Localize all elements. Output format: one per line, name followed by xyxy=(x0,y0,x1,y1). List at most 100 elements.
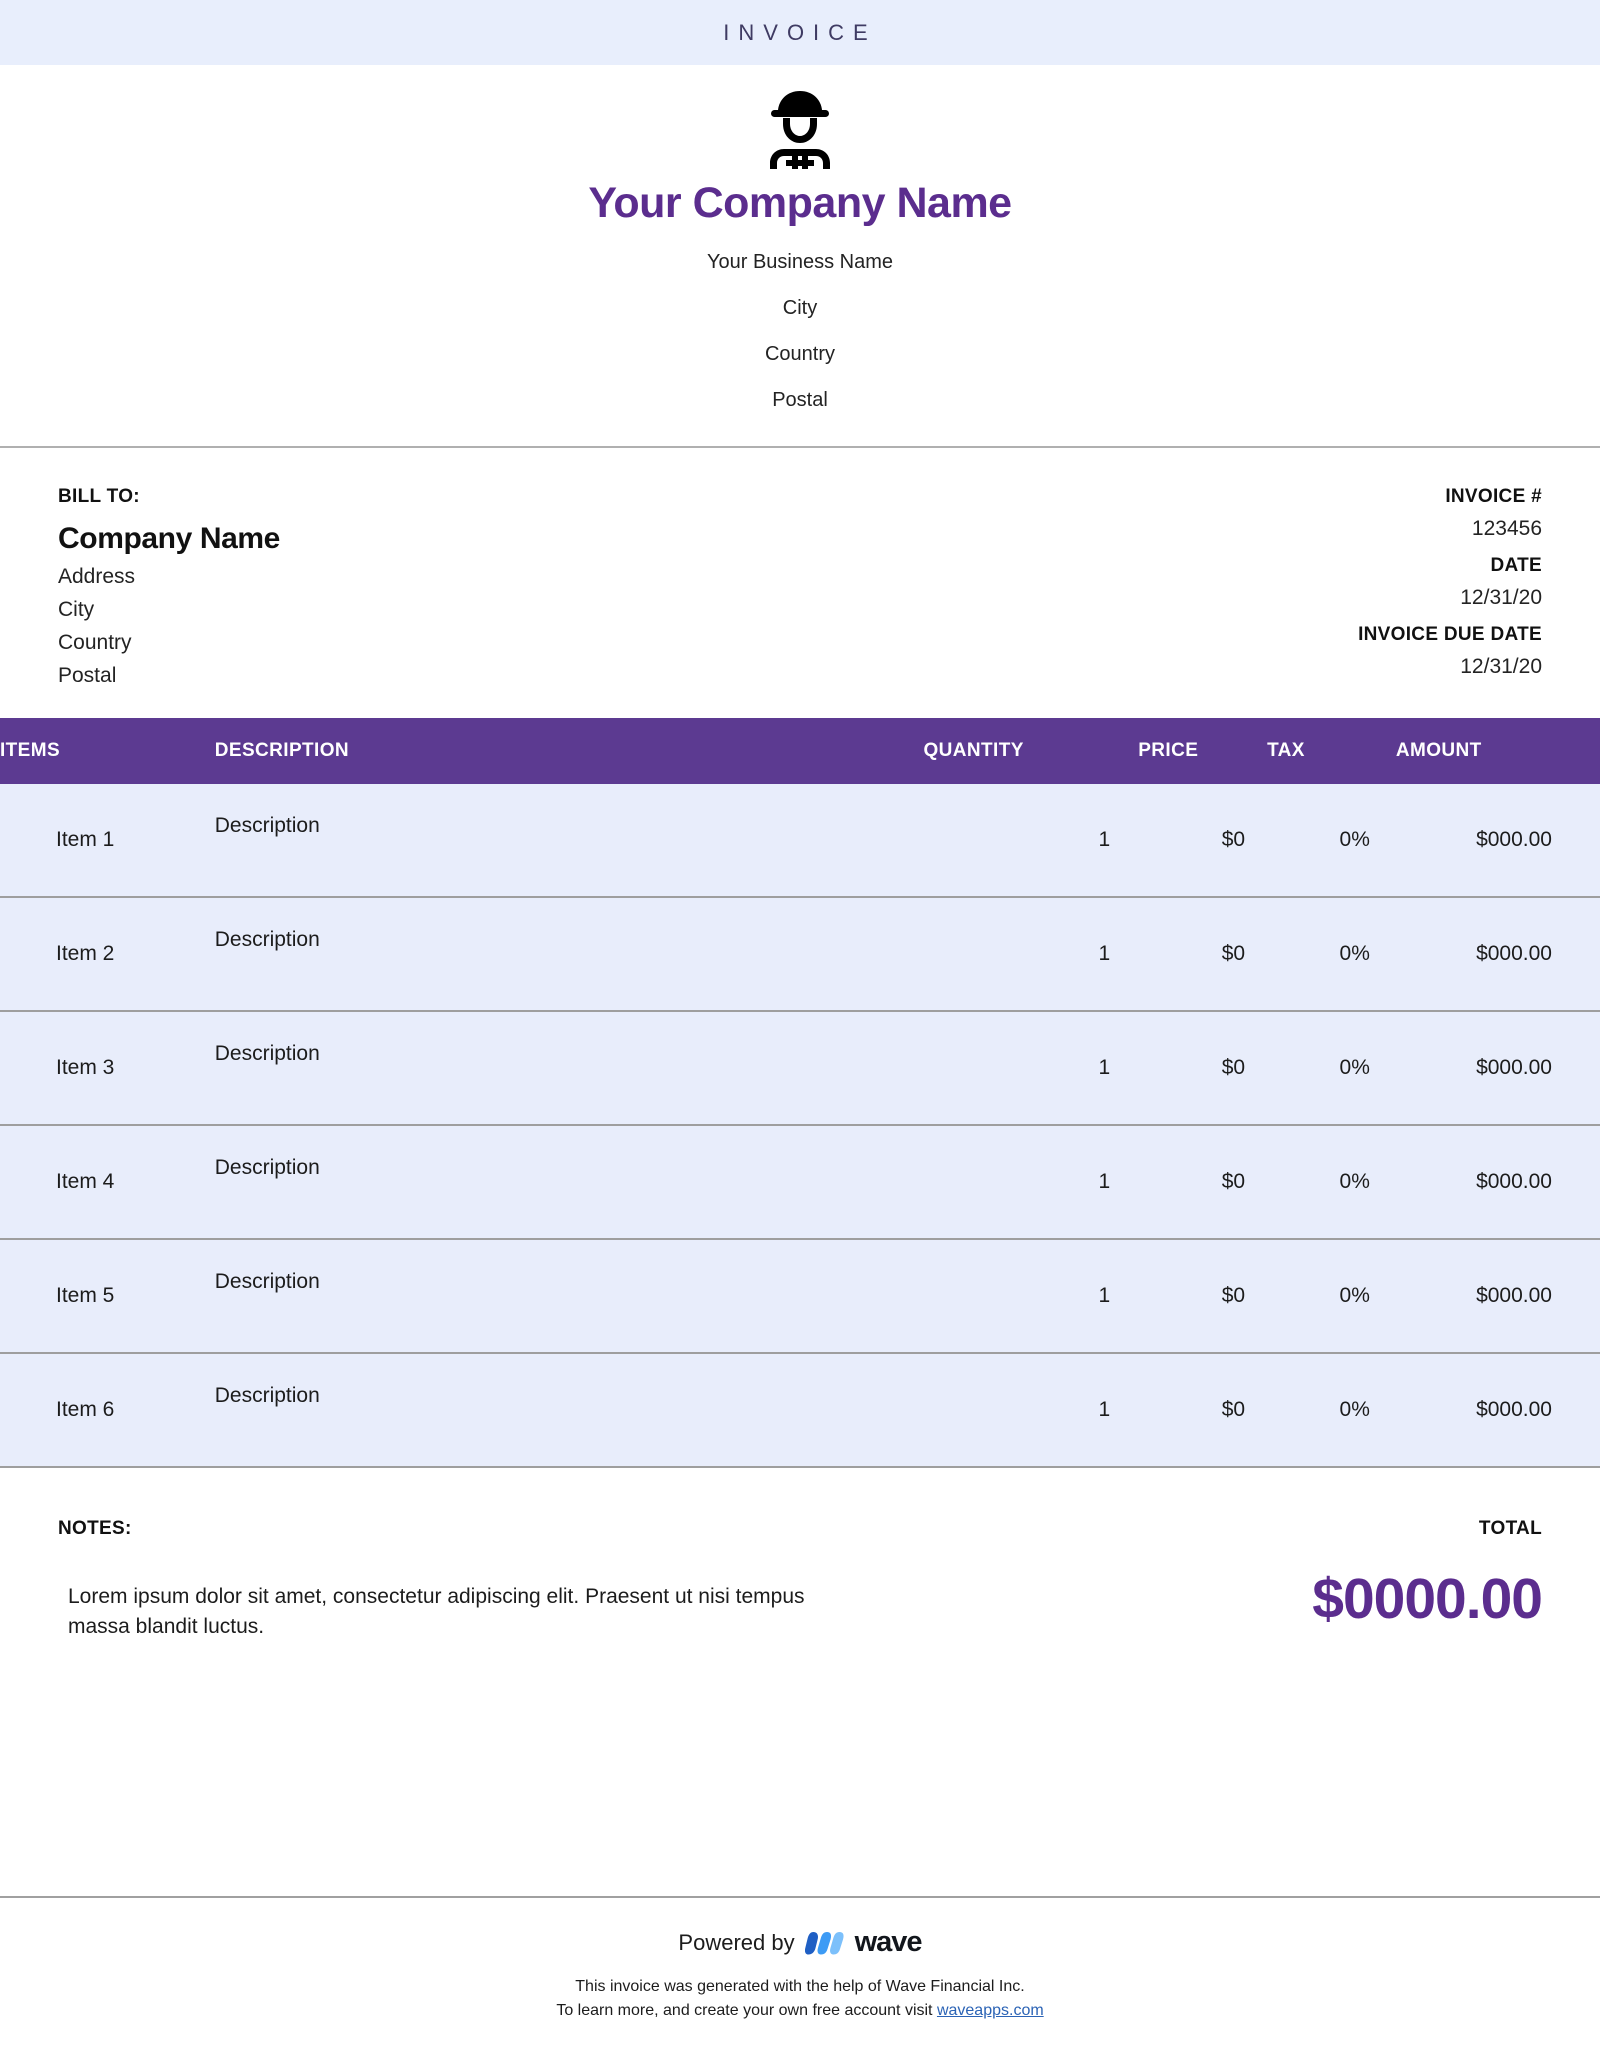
row-description: Description xyxy=(214,784,924,898)
table-row: Item 6 Description 1 $0 0% $000.00 xyxy=(0,1353,1600,1468)
row-amount: $000.00 xyxy=(1395,897,1600,1012)
company-city: City xyxy=(782,297,818,319)
invoice-due-date-label: INVOICE DUE DATE xyxy=(1358,624,1542,645)
invoice-meta-block: INVOICE # 123456 DATE 12/31/20 INVOICE D… xyxy=(1358,486,1542,688)
row-price: $0 xyxy=(1138,1353,1268,1468)
invoice-items-table: ITEMS DESCRIPTION QUANTITY PRICE TAX AMO… xyxy=(0,718,1600,1468)
column-header-items: ITEMS xyxy=(0,718,215,784)
column-header-tax: TAX xyxy=(1267,718,1396,784)
column-header-amount: AMOUNT xyxy=(1395,718,1600,784)
table-row: Item 3 Description 1 $0 0% $000.00 xyxy=(0,1011,1600,1126)
row-description-text: Description xyxy=(214,1384,320,1407)
invoice-banner: INVOICE xyxy=(0,0,1600,65)
powered-by-label: Powered by xyxy=(678,1929,795,1955)
row-description-text: Description xyxy=(214,1156,320,1179)
invoice-date-value: 12/31/20 xyxy=(1460,586,1542,609)
items-table-header: ITEMS DESCRIPTION QUANTITY PRICE TAX AMO… xyxy=(0,718,1600,784)
row-price: $0 xyxy=(1138,897,1268,1012)
bill-to-label: BILL TO: xyxy=(58,486,140,507)
construction-worker-icon xyxy=(762,83,838,174)
row-amount: $000.00 xyxy=(1395,1125,1600,1240)
bill-to-address: Address xyxy=(58,565,136,588)
row-description-text: Description xyxy=(214,814,320,837)
table-row: Item 2 Description 1 $0 0% $000.00 xyxy=(0,897,1600,1012)
row-price: $0 xyxy=(1138,1011,1268,1126)
footer-divider xyxy=(0,1896,1600,1898)
company-postal: Postal xyxy=(772,389,828,411)
notes-block: NOTES: Lorem ipsum dolor sit amet, conse… xyxy=(58,1518,828,1643)
table-row: Item 1 Description 1 $0 0% $000.00 xyxy=(0,784,1600,898)
fineprint-line-2: To learn more, and create your own free … xyxy=(0,1999,1600,2023)
row-amount: $000.00 xyxy=(1395,1011,1600,1126)
row-tax: 0% xyxy=(1267,1011,1396,1126)
row-description-text: Description xyxy=(214,1042,320,1065)
row-quantity: 1 xyxy=(923,784,1139,898)
row-description-text: Description xyxy=(214,1270,320,1293)
bill-to-company: Company Name xyxy=(58,522,280,555)
bill-to-block: BILL TO: Company Name Address City Count… xyxy=(58,486,280,688)
fineprint-line-1: This invoice was generated with the help… xyxy=(575,1978,1025,1995)
row-description-text: Description xyxy=(214,928,320,951)
meta-section: BILL TO: Company Name Address City Count… xyxy=(0,448,1600,718)
waveapps-link[interactable]: waveapps.com xyxy=(937,2002,1044,2019)
row-tax: 0% xyxy=(1267,784,1396,898)
company-business-name: Your Business Name xyxy=(706,251,894,273)
column-header-quantity: QUANTITY xyxy=(923,718,1139,784)
total-amount: $0000.00 xyxy=(1312,1567,1543,1631)
notes-total-section: NOTES: Lorem ipsum dolor sit amet, conse… xyxy=(0,1468,1600,1643)
company-name: Your Company Name xyxy=(588,179,1012,227)
total-label: TOTAL xyxy=(1478,1518,1542,1539)
row-tax: 0% xyxy=(1267,897,1396,1012)
column-header-description: DESCRIPTION xyxy=(214,718,924,784)
row-amount: $000.00 xyxy=(1395,784,1600,898)
fineprint-prefix: To learn more, and create your own free … xyxy=(556,2002,937,2019)
row-quantity: 1 xyxy=(923,1353,1139,1468)
notes-label: NOTES: xyxy=(58,1518,132,1539)
row-item: Item 6 xyxy=(0,1353,215,1468)
row-tax: 0% xyxy=(1267,1353,1396,1468)
row-item: Item 3 xyxy=(0,1011,215,1126)
wave-wordmark: wave xyxy=(854,1926,923,1958)
page-footer: Powered by wave This invoice was generat… xyxy=(0,1926,1600,2023)
items-header-row: ITEMS DESCRIPTION QUANTITY PRICE TAX AMO… xyxy=(0,718,1600,784)
row-description: Description xyxy=(214,1011,924,1126)
row-quantity: 1 xyxy=(923,1239,1139,1354)
row-amount: $000.00 xyxy=(1395,1239,1600,1354)
table-row: Item 5 Description 1 $0 0% $000.00 xyxy=(0,1239,1600,1354)
bill-to-country: Country xyxy=(58,631,132,654)
row-item: Item 5 xyxy=(0,1239,215,1354)
row-description: Description xyxy=(214,897,924,1012)
row-item: Item 2 xyxy=(0,897,215,1012)
notes-body: Lorem ipsum dolor sit amet, consectetur … xyxy=(68,1585,805,1639)
row-price: $0 xyxy=(1138,1239,1268,1354)
row-tax: 0% xyxy=(1267,1125,1396,1240)
row-quantity: 1 xyxy=(923,897,1139,1012)
bill-to-city: City xyxy=(58,598,95,621)
company-header: Your Company Name Your Business Name Cit… xyxy=(0,65,1600,448)
row-item: Item 4 xyxy=(0,1125,215,1240)
row-price: $0 xyxy=(1138,1125,1268,1240)
logo-wrap xyxy=(0,83,1600,173)
table-row: Item 4 Description 1 $0 0% $000.00 xyxy=(0,1125,1600,1240)
row-tax: 0% xyxy=(1267,1239,1396,1354)
bill-to-postal: Postal xyxy=(58,664,117,687)
banner-title: INVOICE xyxy=(723,19,877,45)
wave-logo-icon xyxy=(804,1928,845,1958)
invoice-date-label: DATE xyxy=(1490,555,1542,576)
powered-by-row: Powered by wave xyxy=(0,1926,1600,1959)
row-price: $0 xyxy=(1138,784,1268,898)
invoice-number-label: INVOICE # xyxy=(1445,486,1542,507)
total-block: TOTAL $0000.00 xyxy=(1312,1518,1543,1643)
row-amount: $000.00 xyxy=(1395,1353,1600,1468)
items-table-body: Item 1 Description 1 $0 0% $000.00 Item … xyxy=(0,784,1600,1468)
column-header-price: PRICE xyxy=(1138,718,1268,784)
footer-fineprint: This invoice was generated with the help… xyxy=(0,1975,1600,2023)
row-item: Item 1 xyxy=(0,784,215,898)
row-quantity: 1 xyxy=(923,1125,1139,1240)
invoice-number-value: 123456 xyxy=(1471,517,1542,540)
row-description: Description xyxy=(214,1353,924,1468)
row-description: Description xyxy=(214,1125,924,1240)
invoice-due-date-value: 12/31/20 xyxy=(1460,655,1542,678)
row-quantity: 1 xyxy=(923,1011,1139,1126)
company-country: Country xyxy=(764,343,836,365)
